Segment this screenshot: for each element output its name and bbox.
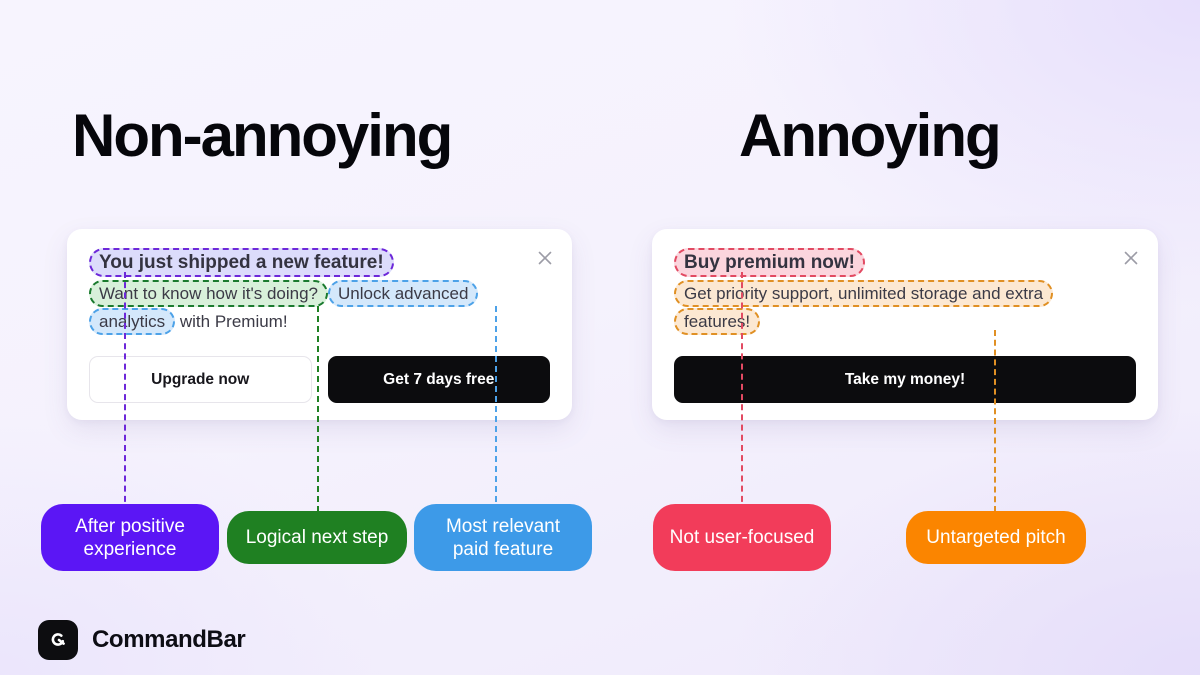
annotation-pill-label: Logical next step [245, 527, 389, 548]
card-title: Buy premium now! [674, 248, 1136, 277]
column-heading-non-annoying: Non-annoying [72, 102, 453, 169]
commandbar-footer-logo: CommandBar [38, 620, 246, 660]
connector-logical-next-step [317, 306, 319, 512]
annotation-pill-label: Most relevant paid feature [445, 515, 561, 560]
annotation-pill-label: After positive experience [75, 515, 185, 560]
highlight-after-positive-experience: You just shipped a new feature! [89, 248, 394, 277]
annotation-pill-logical-next-step[interactable]: Logical next step [227, 511, 407, 564]
card-body-tail: with Premium! [179, 312, 288, 331]
column-heading-annoying: Annoying [739, 102, 1002, 169]
brand-name: CommandBar [92, 626, 246, 653]
annotation-pill-label: Not user-focused [669, 527, 815, 548]
get-7-days-free-button[interactable]: Get 7 days free [327, 356, 550, 403]
upgrade-now-button[interactable]: Upgrade now [89, 356, 312, 403]
highlight-untargeted-pitch: Get priority support, unlimited storage … [674, 280, 1054, 335]
annotation-pill-after-positive-experience[interactable]: After positive experience [41, 504, 219, 571]
card-title: You just shipped a new feature! [89, 248, 550, 277]
close-icon[interactable] [1120, 247, 1142, 269]
commandbar-logo-icon [38, 620, 78, 660]
card-button-row: Upgrade now Get 7 days free [89, 356, 550, 403]
take-my-money-button[interactable]: Take my money! [674, 356, 1136, 403]
annotation-pill-untargeted-pitch[interactable]: Untargeted pitch [906, 511, 1086, 564]
card-button-row: Take my money! [674, 356, 1136, 403]
connector-after-positive-experience [124, 272, 126, 512]
annotation-pill-not-user-focused[interactable]: Not user-focused [653, 504, 831, 571]
card-body: Get priority support, unlimited storage … [674, 280, 1104, 336]
highlight-not-user-focused: Buy premium now! [674, 248, 866, 277]
connector-most-relevant-paid-feature [495, 306, 497, 512]
connector-untargeted-pitch [994, 330, 996, 512]
slide-canvas: Non-annoying Annoying You just shipped a… [0, 0, 1200, 675]
connector-not-user-focused [741, 272, 743, 512]
annotation-pill-most-relevant-paid-feature[interactable]: Most relevant paid feature [414, 504, 592, 571]
annotation-pill-label: Untargeted pitch [926, 527, 1066, 548]
annoying-message-card: Buy premium now! Get priority support, u… [652, 229, 1158, 420]
close-icon[interactable] [534, 247, 556, 269]
card-body: Want to know how it's doing? Unlock advan… [89, 280, 549, 336]
